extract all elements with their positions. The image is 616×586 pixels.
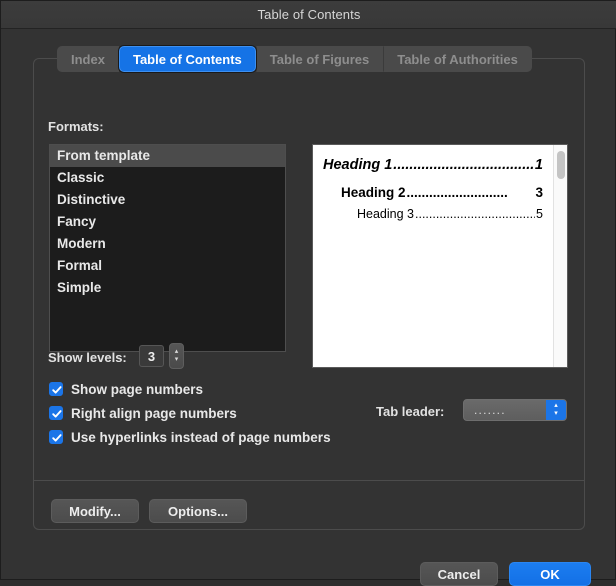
list-item[interactable]: Classic [50,167,285,189]
checkbox-use-hyperlinks[interactable]: Use hyperlinks instead of page numbers [49,427,331,447]
tab-leader-dropdown[interactable]: ....... ▴ ▾ [463,399,567,421]
chevron-updown-icon[interactable]: ▴ ▾ [546,400,566,420]
preview-scrollbar-thumb[interactable] [557,151,565,179]
table-of-contents-dialog: Table of Contents Index Table of Content… [0,0,616,580]
checkmark-icon[interactable] [49,382,63,396]
preview-heading-2-text: Heading 2 [341,185,406,200]
cancel-button[interactable]: Cancel [420,562,498,586]
window-titlebar: Table of Contents [1,1,616,29]
preview-heading-1-page: 1 [535,157,543,173]
preview-heading-3-page: 5 [536,207,543,221]
tab-table-of-contents-label: Table of Contents [133,52,242,67]
tab-index-label: Index [71,52,105,67]
tab-table-of-contents[interactable]: Table of Contents [119,46,256,72]
tab-table-of-figures-label: Table of Figures [270,52,369,67]
formats-listbox[interactable]: From template Classic Distinctive Fancy … [49,144,286,352]
chevron-up-icon[interactable]: ▴ [554,402,558,410]
checkmark-icon[interactable] [49,430,63,444]
preview-heading-3-text: Heading 3 [357,207,414,221]
section-divider [34,480,584,481]
show-levels-input[interactable]: 3 [139,345,164,367]
tab-leader-value: ....... [464,403,546,417]
tab-leader-label: Tab leader: [376,404,444,419]
checkbox-use-hyperlinks-label: Use hyperlinks instead of page numbers [71,430,331,445]
ok-button[interactable]: OK [509,562,591,586]
list-item[interactable]: Simple [50,277,285,299]
show-levels-label: Show levels: [48,350,127,365]
window-title: Table of Contents [258,7,361,22]
preview-heading-2-page: 3 [535,185,543,200]
tab-index[interactable]: Index [57,46,119,72]
list-item[interactable]: From template [50,145,285,167]
preview-line-heading-1: Heading 1 ..............................… [323,157,543,173]
list-item[interactable]: Formal [50,255,285,277]
tab-table-of-figures[interactable]: Table of Figures [256,46,383,72]
preview-line-heading-3: Heading 3 ..............................… [357,207,543,221]
tab-table-of-authorities[interactable]: Table of Authorities [383,46,532,72]
chevron-down-icon[interactable]: ▾ [554,410,558,418]
preview-heading-3-leader: .................................... [415,207,535,221]
list-item[interactable]: Modern [50,233,285,255]
preview-heading-1-text: Heading 1 [323,157,392,173]
preview-scrollbar[interactable] [553,145,567,367]
checkbox-show-page-numbers[interactable]: Show page numbers [49,379,203,399]
preview-heading-1-leader: ................................... [393,157,534,173]
checkbox-right-align-page-numbers-label: Right align page numbers [71,406,237,421]
list-item[interactable]: Distinctive [50,189,285,211]
list-item[interactable]: Fancy [50,211,285,233]
tab-bar: Index Table of Contents Table of Figures… [57,46,532,72]
options-button[interactable]: Options... [149,499,247,523]
toc-preview-pane: Heading 1 ..............................… [312,144,568,368]
chevron-down-icon[interactable]: ▾ [175,356,179,364]
checkbox-show-page-numbers-label: Show page numbers [71,382,203,397]
dialog-body: Index Table of Contents Table of Figures… [1,30,615,579]
chevron-up-icon[interactable]: ▴ [175,348,179,356]
checkbox-right-align-page-numbers[interactable]: Right align page numbers [49,403,237,423]
tab-table-of-authorities-label: Table of Authorities [397,52,518,67]
checkmark-icon[interactable] [49,406,63,420]
preview-line-heading-2: Heading 2 ........................... 3 [341,185,543,200]
modify-button[interactable]: Modify... [51,499,139,523]
formats-label: Formats: [48,119,104,134]
show-levels-stepper[interactable]: ▴ ▾ [169,343,184,369]
preview-heading-2-leader: ........................... [407,185,535,200]
